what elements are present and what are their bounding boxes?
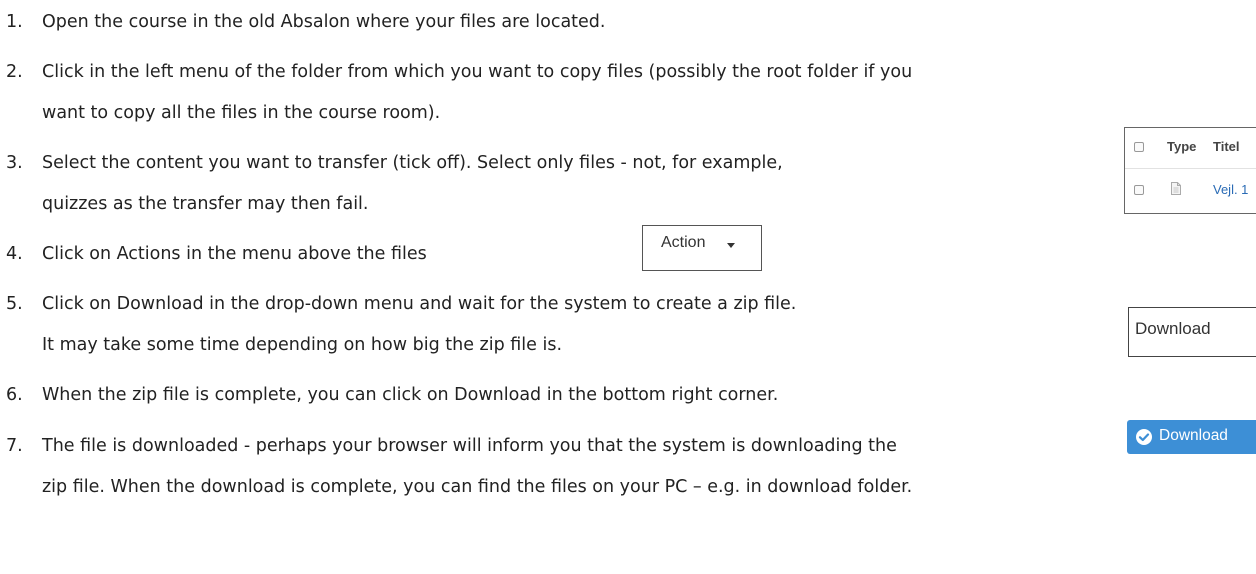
step-number: 7. <box>6 436 23 456</box>
step-text: Click on Actions in the menu above the f… <box>42 244 427 264</box>
step-text: The file is downloaded - perhaps your br… <box>42 436 897 456</box>
step-text: When the zip file is complete, you can c… <box>42 385 779 405</box>
select-all-checkbox[interactable] <box>1134 142 1144 152</box>
step-number: 6. <box>6 385 23 405</box>
step-text: want to copy all the files in the course… <box>42 103 441 123</box>
file-table-screenshot: Type Titel Vejl. 1 <box>1124 127 1256 214</box>
row-checkbox[interactable] <box>1134 185 1144 195</box>
action-label: Action <box>661 234 706 251</box>
step-text: zip file. When the download is complete,… <box>42 477 913 497</box>
document-icon <box>1171 182 1181 195</box>
action-dropdown-button[interactable]: Action <box>642 225 762 271</box>
column-header-type: Type <box>1167 139 1197 154</box>
step-text: It may take some time depending on how b… <box>42 335 563 355</box>
download-button-label: Download <box>1159 427 1228 444</box>
step-number: 5. <box>6 294 23 314</box>
step-text: Click on Download in the drop-down menu … <box>42 294 797 314</box>
step-text: Select the content you want to transfer … <box>42 153 783 173</box>
step-number: 2. <box>6 62 23 82</box>
step-number: 3. <box>6 153 23 173</box>
step-text: Click in the left menu of the folder fro… <box>42 62 913 82</box>
step-number: 4. <box>6 244 23 264</box>
step-text: Open the course in the old Absalon where… <box>42 12 606 32</box>
step-number: 1. <box>6 12 23 32</box>
check-circle-icon <box>1136 429 1152 445</box>
file-title-link[interactable]: Vejl. 1 <box>1213 182 1248 197</box>
download-menu-label: Download <box>1135 319 1211 338</box>
table-header-row: Type Titel <box>1125 128 1256 169</box>
column-header-titel: Titel <box>1213 139 1240 154</box>
caret-down-icon <box>727 243 735 248</box>
download-button[interactable]: Download <box>1127 420 1256 454</box>
table-row: Vejl. 1 <box>1125 171 1256 211</box>
download-menu-item[interactable]: Download <box>1128 307 1256 357</box>
step-text: quizzes as the transfer may then fail. <box>42 194 369 214</box>
